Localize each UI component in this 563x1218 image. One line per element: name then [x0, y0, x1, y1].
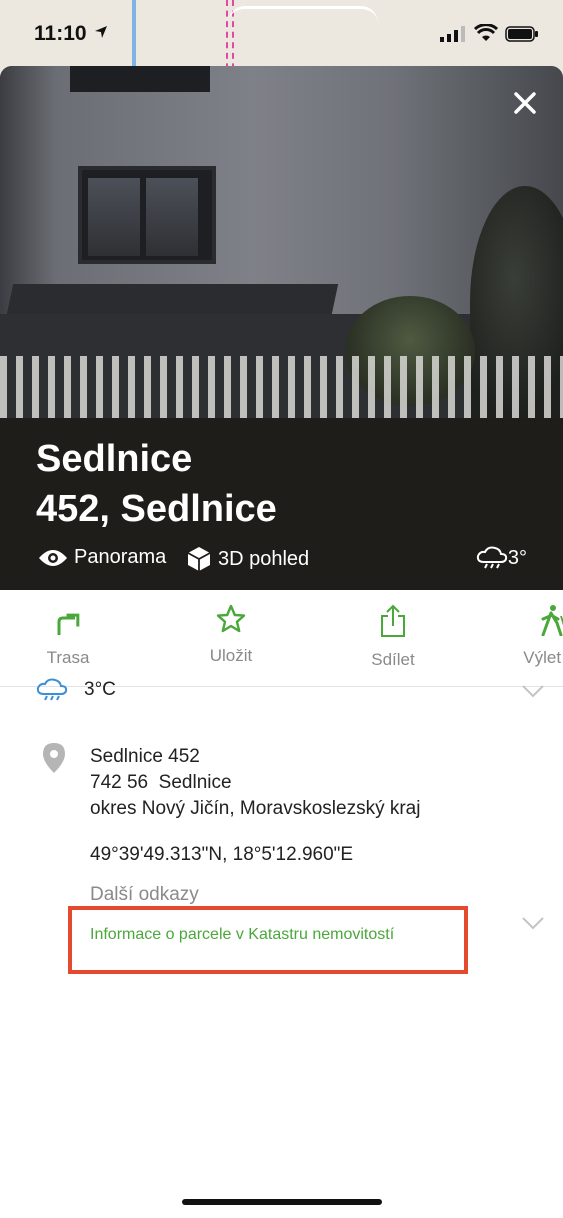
- eye-icon: [39, 549, 67, 566]
- window-pane-right: [146, 178, 198, 256]
- more-links-heading: Další odkazy: [90, 884, 199, 905]
- chevron-down-icon[interactable]: [521, 916, 545, 930]
- close-icon[interactable]: [510, 88, 540, 118]
- photo-window-top: [70, 66, 210, 92]
- share-label: Sdílet: [371, 650, 415, 669]
- cube-icon: [187, 547, 211, 571]
- save-label: Uložit: [209, 646, 253, 665]
- location-pin-icon: [43, 743, 65, 773]
- trip-label: Výlet po: [523, 648, 563, 667]
- header-weather-temp: 3°: [507, 546, 527, 569]
- save-button[interactable]: Uložit: [171, 604, 291, 666]
- window-pane-left: [88, 178, 140, 256]
- panorama-button[interactable]: Panorama: [38, 546, 166, 569]
- rain-cloud-icon: [476, 546, 508, 569]
- panorama-label: Panorama: [74, 546, 167, 568]
- weather-row[interactable]: 3°C: [36, 678, 116, 702]
- address-line2: 742 56 Sedlnice: [90, 772, 232, 793]
- address-line3: okres Nový Jičín, Moravskoslezský kraj: [90, 798, 421, 819]
- place-photo[interactable]: [0, 66, 563, 418]
- weather-temp: 3°C: [84, 679, 116, 700]
- photo-fence: [0, 356, 563, 418]
- hiker-icon: [541, 605, 563, 636]
- view-3d-button[interactable]: 3D pohled: [186, 546, 309, 572]
- status-time: 11:10: [34, 22, 87, 45]
- status-bar: 11:10: [0, 0, 563, 66]
- location-arrow-icon: [95, 26, 107, 38]
- route-label: Trasa: [46, 648, 90, 667]
- place-title-line1: Sedlnice: [36, 438, 193, 480]
- place-detail-sheet: Sedlnice 452, Sedlnice Panorama 3D pohle…: [0, 66, 563, 1218]
- place-title-line2: 452, Sedlnice: [36, 488, 277, 530]
- rain-cloud-icon: [36, 678, 68, 701]
- action-bar: Trasa Uložit Sdílet Výlet po: [0, 590, 563, 687]
- route-turn-icon: [57, 613, 80, 635]
- photo-awning: [6, 284, 339, 314]
- place-title: Sedlnice 452, Sedlnice: [36, 434, 277, 534]
- cellular-signal-icon: [440, 26, 465, 42]
- header-weather: 3°: [476, 546, 527, 570]
- home-indicator[interactable]: [182, 1199, 382, 1205]
- place-header: Sedlnice 452, Sedlnice Panorama 3D pohle…: [0, 418, 563, 590]
- photo-window: [78, 166, 216, 264]
- route-button[interactable]: Trasa: [8, 604, 128, 668]
- trip-button[interactable]: Výlet po: [494, 604, 563, 668]
- share-button[interactable]: Sdílet: [333, 604, 453, 670]
- battery-icon: [505, 26, 538, 42]
- address-line1: Sedlnice 452: [90, 746, 200, 767]
- star-icon: [216, 604, 246, 633]
- share-icon: [381, 604, 405, 637]
- cadastre-link[interactable]: Informace o parcele v Katastru nemovitos…: [90, 926, 394, 944]
- wifi-icon: [474, 24, 498, 41]
- coordinates[interactable]: 49°39'49.313"N, 18°5'12.960"E: [90, 844, 353, 866]
- address-block: Sedlnice 452 742 56 Sedlnice okres Nový …: [90, 744, 420, 822]
- chevron-down-icon[interactable]: [521, 684, 545, 698]
- view-3d-label: 3D pohled: [218, 547, 310, 570]
